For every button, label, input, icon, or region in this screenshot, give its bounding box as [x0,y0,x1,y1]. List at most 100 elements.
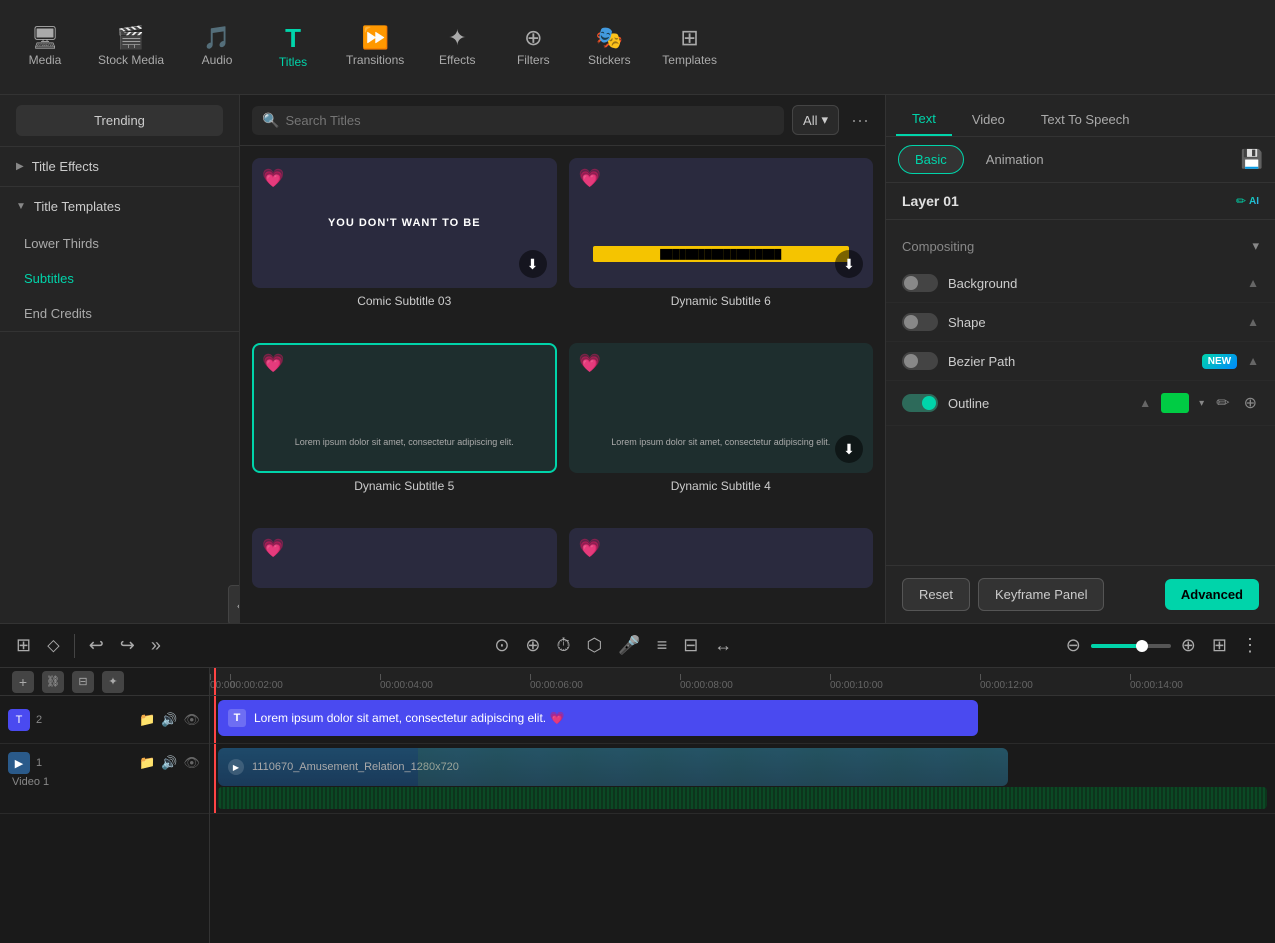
transitions-icon: ⏩ [361,27,388,49]
save-preset-button[interactable]: 💾 [1241,149,1263,170]
video-play-icon: ▶ [228,759,244,775]
tl-stretch-button[interactable]: ↔ [710,631,736,660]
nav-filters[interactable]: ⊕ Filters [498,21,568,73]
trending-button[interactable]: Trending [16,105,223,136]
tl-zoom-in-button[interactable]: ⊕ [1177,631,1200,660]
download-icon-4[interactable]: ⬇ [835,435,863,463]
zoom-slider-wrap: ⊖ ⊕ [1062,631,1200,660]
nav-titles[interactable]: T Titles [258,19,328,75]
filter-dropdown[interactable]: All ▾ [792,105,839,135]
reset-button[interactable]: Reset [902,578,970,611]
tl-zoom-out-button[interactable]: ⊖ [1062,631,1085,660]
bezier-toggle[interactable] [902,352,938,370]
background-toggle[interactable] [902,274,938,292]
shape-prop-row: Shape ▲ [886,303,1275,342]
advanced-button[interactable]: Advanced [1165,579,1259,610]
nav-templates[interactable]: ⊞ Templates [650,21,729,73]
tl-group-button[interactable]: ⊞ [12,631,35,660]
nav-media[interactable]: 🖥 Media [10,21,80,73]
text-track-eye[interactable]: 👁 [182,711,201,729]
add-track-button[interactable]: + [12,671,34,693]
link-button[interactable]: ⛓ [42,671,64,693]
tl-magnet-button[interactable]: ⬦ [43,631,64,660]
shape-toggle[interactable] [902,313,938,331]
zoom-slider-fill [1091,644,1139,648]
background-expand-icon[interactable]: ▲ [1247,276,1259,290]
tl-settings-button[interactable]: ⋮ [1237,631,1263,660]
zoom-slider[interactable] [1091,644,1171,648]
subtab-animation[interactable]: Animation [970,146,1060,173]
tl-layout-button[interactable]: ⊞ [1208,631,1231,660]
background-toggle-knob [904,276,918,290]
tl-split-button[interactable]: ⊟ [679,631,702,660]
outline-add-icon[interactable]: ⊕ [1242,391,1259,415]
thumb-dynamic-subtitle-6[interactable]: 💗 ███████████████████ ⬇ Dynamic Subtitle… [569,158,874,331]
dynamic-bar: ███████████████████ [593,246,849,262]
thumb-comic-subtitle-03[interactable]: 💗 YOU DON'T WANT TO BE ⬇ Comic Subtitle … [252,158,557,331]
tab-text-to-speech[interactable]: Text To Speech [1025,103,1146,136]
tl-redo-button[interactable]: ↪ [116,631,139,660]
ruler-time-7: 00:00:14:00 [1130,680,1183,691]
keyframe-panel-button[interactable]: Keyframe Panel [978,578,1105,611]
search-input[interactable] [285,113,774,128]
outline-up-arrow[interactable]: ▲ [1139,396,1151,410]
premium-icon-6: 💗 [579,538,601,559]
tracks-area: 00:00 00:00:02:00 00:00:04:00 00:00:06:0… [210,668,1275,943]
ruler-mark-6: 00:00:12:00 [980,674,1130,691]
sidebar-collapse-button[interactable]: ‹ [228,585,240,623]
nav-audio[interactable]: 🎵 Audio [182,21,252,73]
tl-undo-button[interactable]: ↩ [85,631,108,660]
tl-timer-button[interactable]: ⏱ [553,631,575,660]
video-clip[interactable]: ▶ 1110670_Amusement_Relation_1280x720 [218,748,1008,786]
compositing-section[interactable]: Compositing ▾ [886,228,1275,264]
tab-text[interactable]: Text [896,103,952,136]
timeline-mode-button[interactable]: ✦ [102,671,124,693]
video-track-eye[interactable]: 👁 [182,754,201,772]
text-track-folder[interactable]: 📁 [138,711,156,729]
nav-effects[interactable]: ✦ Effects [422,21,492,73]
audio-icon: 🎵 [203,27,230,49]
sidebar-lower-thirds[interactable]: Lower Thirds [0,226,239,261]
tl-mic-button[interactable]: 🎤 [614,631,644,660]
outline-color-swatch[interactable] [1161,393,1189,413]
title-effects-header[interactable]: ▶ Title Effects [0,147,239,186]
ruler-playhead [214,668,216,695]
nav-stickers[interactable]: 🎭 Stickers [574,21,644,73]
split-track-button[interactable]: ⊟ [72,671,94,693]
thumb-row3-left[interactable]: 💗 [252,528,557,611]
thumb-dynamic-subtitle-4[interactable]: 💗 Lorem ipsum dolor sit amet, consectetu… [569,343,874,516]
download-icon[interactable]: ⬇ [519,250,547,278]
subtab-basic[interactable]: Basic [898,145,964,174]
title-templates-header[interactable]: ▼ Title Templates [0,187,239,226]
shape-expand-icon[interactable]: ▲ [1247,315,1259,329]
tab-video[interactable]: Video [956,103,1021,136]
tl-play-mode-button[interactable]: ⊙ [490,631,513,660]
download-icon-2[interactable]: ⬇ [835,250,863,278]
sidebar-subtitles[interactable]: Subtitles [0,261,239,296]
timeline-toolbar: ⊞ ⬦ ↩ ↪ » ⊙ ⊕ ⏱ ⬡ 🎤 ≡ ⊟ ↔ ⊖ ⊕ ⊞ ⋮ [0,624,1275,668]
video-track-folder[interactable]: 📁 [138,754,156,772]
thumb-dynamic-subtitle-5[interactable]: 💗 Lorem ipsum dolor sit amet, consectetu… [252,343,557,516]
tl-mask-button[interactable]: ⬡ [583,631,607,660]
text-track-audio[interactable]: 🔊 [160,711,178,729]
text-clip[interactable]: T Lorem ipsum dolor sit amet, consectetu… [218,700,978,736]
nav-filters-label: Filters [517,53,550,67]
bezier-path-prop-row: Bezier Path NEW ▲ [886,342,1275,381]
bezier-label: Bezier Path [948,354,1192,369]
color-dropdown-icon[interactable]: ▾ [1199,398,1204,409]
tl-add-clip-button[interactable]: ⊕ [521,631,544,660]
main-area: Trending ▶ Title Effects ▼ Title Templat… [0,95,1275,623]
thumb-row3-right[interactable]: 💗 [569,528,874,611]
bezier-expand-icon[interactable]: ▲ [1247,354,1259,368]
outline-eyedropper-icon[interactable]: ✏ [1214,391,1231,415]
timeline-area: ⊞ ⬦ ↩ ↪ » ⊙ ⊕ ⏱ ⬡ 🎤 ≡ ⊟ ↔ ⊖ ⊕ ⊞ ⋮ [0,623,1275,943]
more-options-button[interactable]: ··· [847,106,873,135]
nav-stock-media[interactable]: 🎬 Stock Media [86,21,176,73]
tl-subtitle-button[interactable]: ≡ [653,631,672,660]
tl-more-button[interactable]: » [147,631,165,660]
video-track-audio[interactable]: 🔊 [160,754,178,772]
left-sidebar: Trending ▶ Title Effects ▼ Title Templat… [0,95,240,623]
sidebar-end-credits[interactable]: End Credits [0,296,239,331]
nav-transitions[interactable]: ⏩ Transitions [334,21,416,73]
outline-toggle[interactable] [902,394,938,412]
